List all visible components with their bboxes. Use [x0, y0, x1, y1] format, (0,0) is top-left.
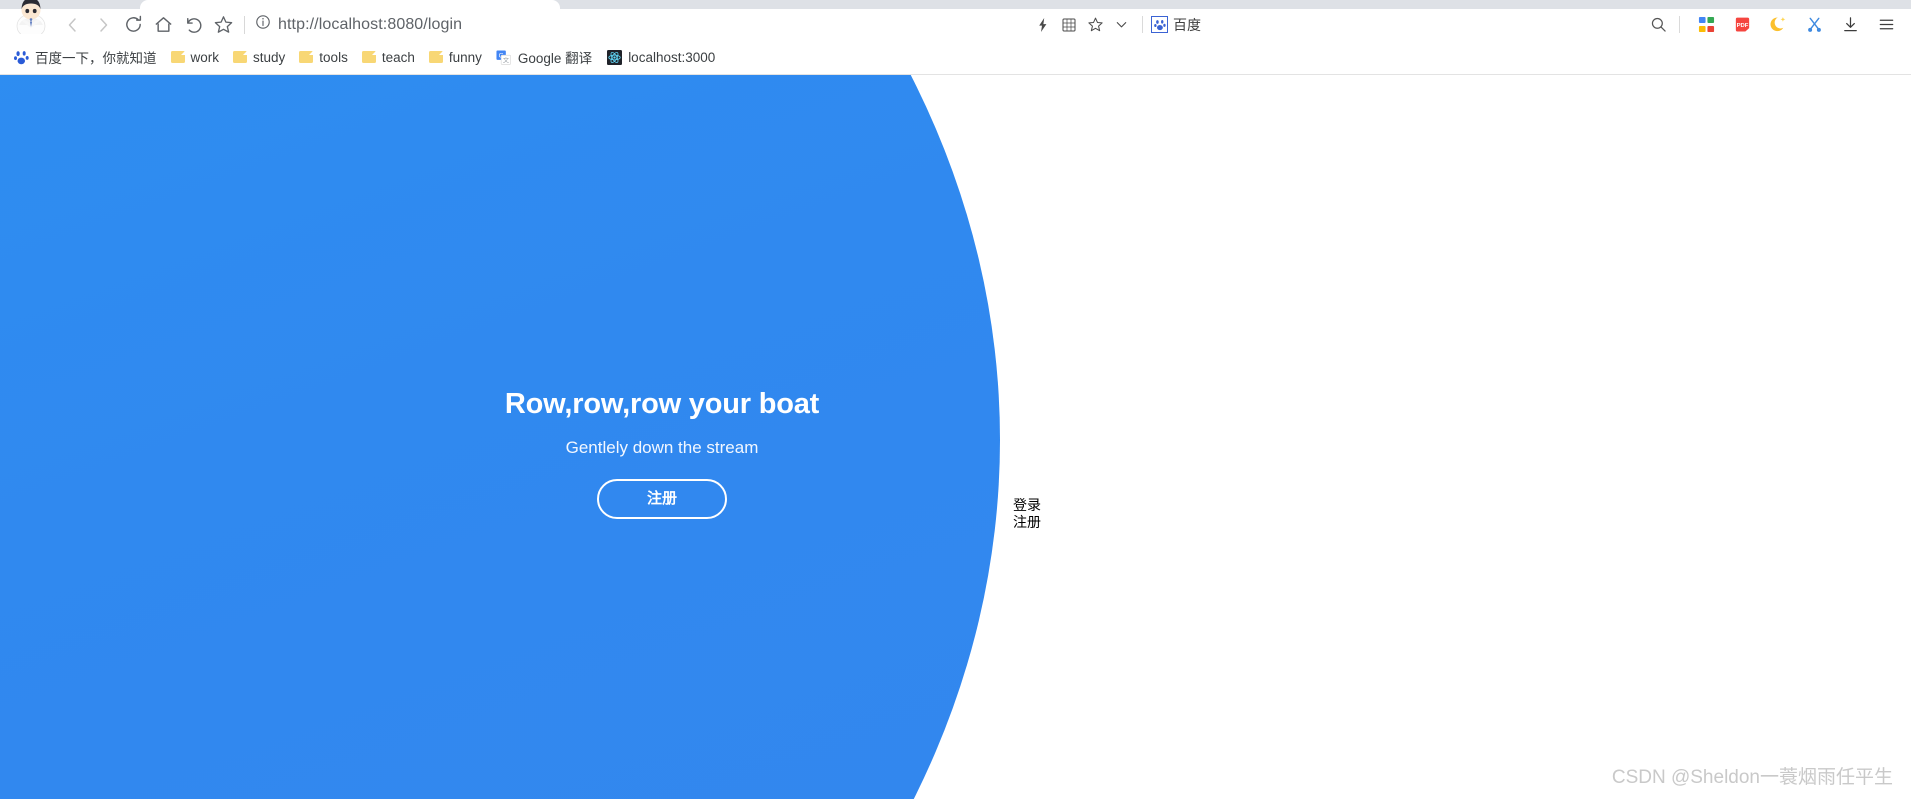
baidu-paw-icon [13, 49, 29, 65]
login-link[interactable]: 登录 [1013, 497, 1041, 514]
folder-icon [361, 51, 376, 63]
bookmark-baidu[interactable]: 百度一下，你就知道 [6, 44, 164, 70]
moon-star-icon[interactable] [1765, 12, 1791, 38]
undo-button[interactable] [178, 10, 208, 40]
browser-chrome: http://localhost:8080/login 百度 PDF 百度一下，… [0, 0, 1911, 75]
svg-text:PDF: PDF [1736, 23, 1748, 29]
pdf-icon[interactable]: PDF [1729, 12, 1755, 38]
tab-strip [0, 0, 1911, 9]
page-title: Row,row,row your boat [504, 388, 820, 420]
reload-button[interactable] [118, 10, 148, 40]
react-atom-icon [606, 49, 622, 65]
bookmark-work[interactable]: work [164, 44, 227, 70]
address-bar[interactable]: http://localhost:8080/login [255, 10, 1030, 40]
hero-section: Row,row,row your boat Gentlely down the … [0, 387, 1324, 520]
watermark-text: CSDN @Sheldon一蓑烟雨任平生 [1611, 767, 1893, 788]
google-translate-icon: G 文 [496, 49, 512, 65]
back-button[interactable] [58, 10, 88, 40]
svg-text:文: 文 [503, 56, 509, 64]
info-circle-icon[interactable] [255, 14, 271, 35]
bookmark-funny[interactable]: funny [422, 44, 489, 70]
search-engine-chip[interactable]: 百度 [1151, 14, 1201, 36]
bookmark-teach[interactable]: teach [355, 44, 422, 70]
hamburger-menu-icon[interactable] [1873, 12, 1899, 38]
address-bar-url: http://localhost:8080/login [278, 15, 463, 33]
forward-arrow-icon [93, 15, 113, 35]
toolbar-divider [1679, 16, 1680, 33]
register-button[interactable]: 注册 [597, 479, 727, 520]
scissors-icon[interactable] [1801, 12, 1827, 38]
bookmark-label: teach [381, 49, 415, 65]
bookmark-label: study [253, 49, 286, 65]
color-grid-icon[interactable] [1693, 12, 1719, 38]
folder-icon [170, 51, 185, 63]
star-outline-icon[interactable] [1082, 12, 1108, 38]
apps-grid-icon[interactable] [1056, 12, 1082, 38]
bookmark-label: work [190, 49, 220, 65]
bookmark-label: tools [319, 49, 348, 65]
reload-icon [123, 14, 144, 35]
lightning-icon[interactable] [1030, 12, 1056, 38]
forward-button[interactable] [88, 10, 118, 40]
bookmarks-bar: 百度一下，你就知道 work study tools teach funny 文… [0, 40, 1911, 75]
page-subtitle: Gentlely down the stream [565, 437, 759, 457]
bookmark-tools[interactable]: tools [292, 44, 355, 70]
star-icon [213, 14, 234, 35]
bookmark-label: funny [448, 49, 482, 65]
tab-strip-empty-area[interactable] [560, 0, 1911, 9]
bookmark-star-button[interactable] [208, 10, 238, 40]
undo-arrow-icon [183, 14, 204, 35]
toolbar-divider [244, 15, 245, 34]
folder-icon [299, 51, 314, 63]
navigation-toolbar: http://localhost:8080/login 百度 PDF [0, 9, 1911, 40]
bookmark-label: 百度一下，你就知道 [35, 51, 157, 66]
folder-icon [233, 51, 248, 63]
toolbar-right-cluster: 百度 PDF [1030, 10, 1911, 40]
chevron-down-icon[interactable] [1108, 12, 1134, 38]
toolbar-divider [1142, 16, 1143, 33]
search-icon[interactable] [1645, 12, 1671, 38]
download-icon[interactable] [1837, 12, 1863, 38]
profile-avatar[interactable] [10, 0, 52, 34]
bookmark-localhost-3000[interactable]: localhost:3000 [599, 44, 722, 70]
bookmark-google-translate[interactable]: G 文 Google 翻译 [489, 44, 599, 70]
search-engine-name: 百度 [1173, 16, 1201, 33]
web-page-content: Row,row,row your boat Gentlely down the … [0, 75, 1911, 799]
browser-tab-active[interactable] [140, 0, 560, 9]
baidu-paw-icon [1151, 16, 1168, 33]
home-icon [153, 14, 174, 35]
home-button[interactable] [148, 10, 178, 40]
bookmark-label: Google 翻译 [517, 51, 593, 66]
register-link[interactable]: 注册 [1013, 514, 1041, 531]
bookmark-study[interactable]: study [226, 44, 292, 70]
bookmark-label: localhost:3000 [628, 49, 716, 65]
back-arrow-icon [63, 15, 83, 35]
auth-links: 登录 注册 [1013, 497, 1041, 532]
folder-icon [428, 51, 443, 63]
